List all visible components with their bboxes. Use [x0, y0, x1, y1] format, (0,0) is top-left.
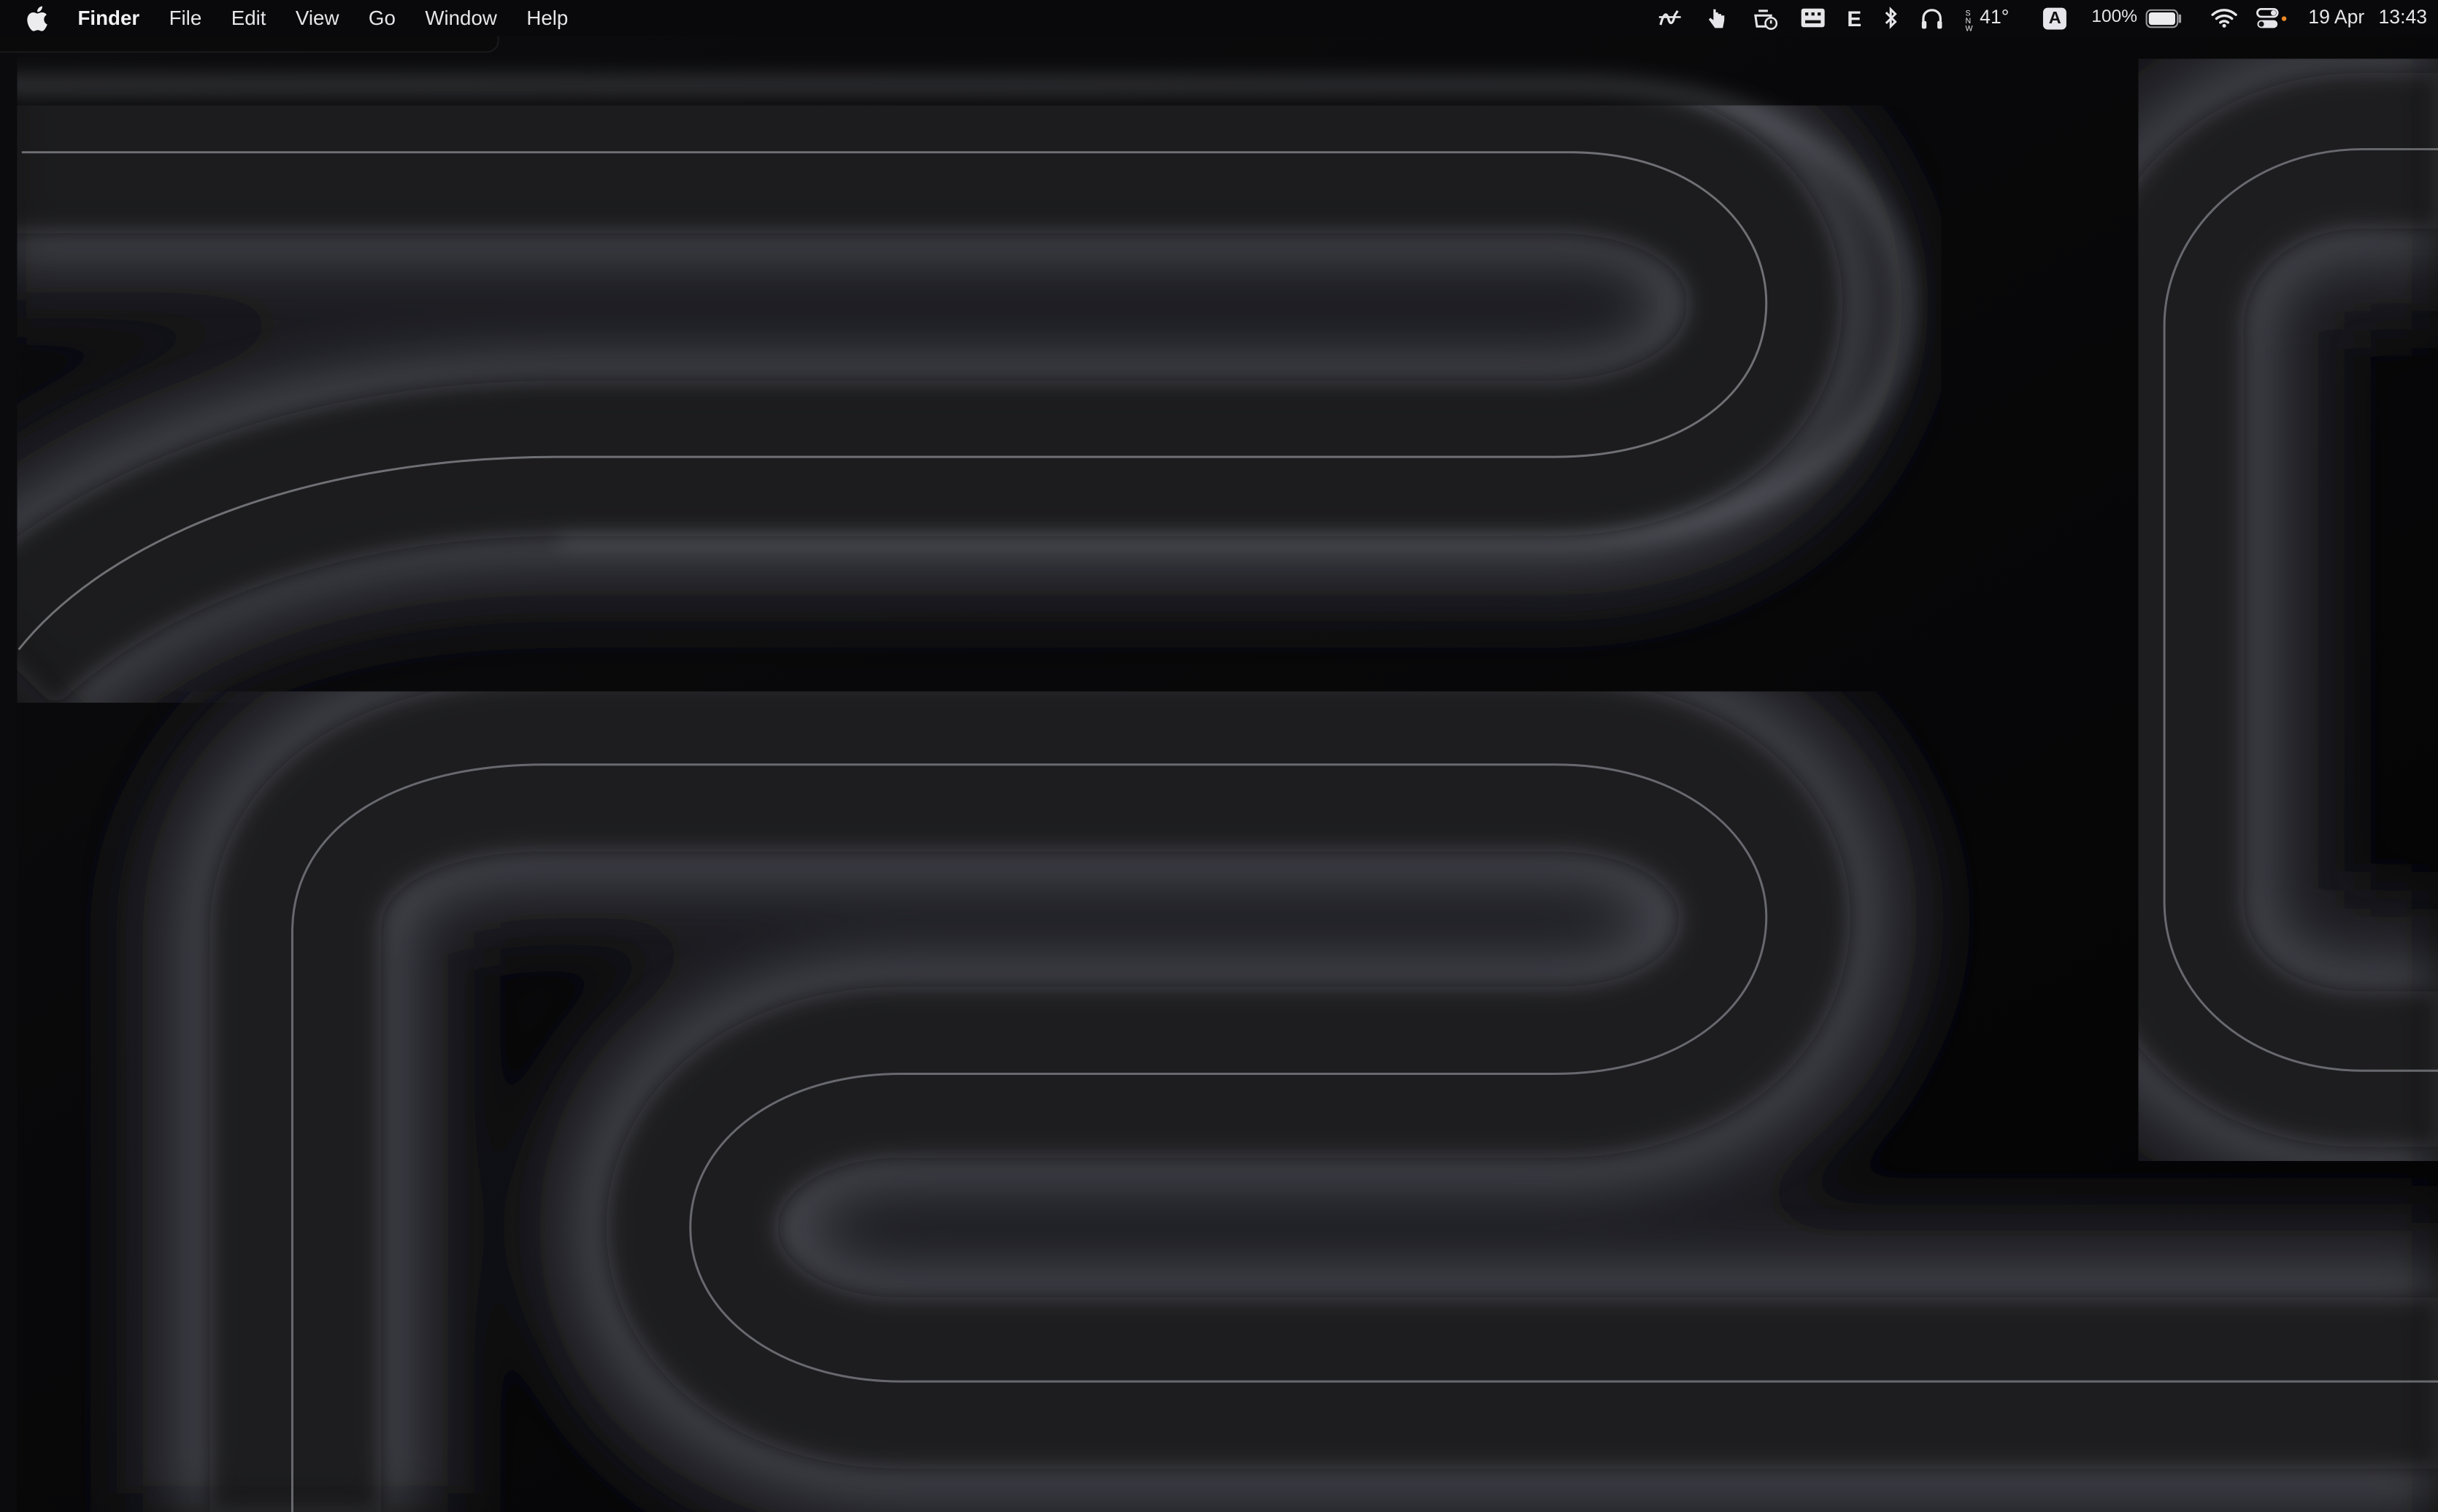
- menu-file[interactable]: File: [169, 0, 202, 36]
- clock-time: 13:43: [2378, 6, 2428, 28]
- menu-bar-status-area: E S N W 41° A 100% 19 Apr 13:43: [1636, 0, 2427, 36]
- pointer-hand-icon[interactable]: [1704, 0, 1728, 36]
- menu-window[interactable]: Window: [425, 0, 497, 36]
- desktop: Finder File Edit View Go Window Help E S…: [0, 0, 2438, 1512]
- keyboard-letter-indicator[interactable]: E: [1847, 0, 1861, 36]
- clock-date: 19 Apr: [2308, 6, 2365, 28]
- menu-bar: Finder File Edit View Go Window Help E S…: [0, 0, 2438, 36]
- app-menu-finder[interactable]: Finder: [78, 0, 140, 36]
- weather-widget[interactable]: S N W 41°: [1966, 0, 2009, 36]
- weather-temperature: 41°: [1980, 6, 2010, 28]
- script-icon[interactable]: [1657, 0, 1682, 36]
- headphones-icon[interactable]: [1920, 0, 1944, 36]
- menu-help[interactable]: Help: [526, 0, 568, 36]
- input-source-menu[interactable]: A: [2043, 0, 2067, 36]
- window-left-edge: [0, 53, 18, 1512]
- clock[interactable]: 19 Apr 13:43: [2308, 0, 2427, 36]
- menu-bar-left: Finder File Edit View Go Window Help: [0, 0, 598, 36]
- svg-text:W: W: [1966, 24, 1973, 31]
- menu-view[interactable]: View: [296, 0, 339, 36]
- input-source-badge: A: [2043, 7, 2067, 29]
- battery-percent: 100%: [2091, 7, 2137, 27]
- apple-logo-icon[interactable]: [26, 5, 50, 31]
- bluetooth-icon[interactable]: [1883, 0, 1899, 36]
- battery-status[interactable]: 100%: [2091, 0, 2182, 36]
- menu-dropdown-edge: [0, 35, 499, 53]
- desktop-wallpaper: [0, 0, 2438, 1512]
- keyboard-display-icon[interactable]: [1800, 0, 1825, 36]
- control-center-icon[interactable]: [2256, 0, 2287, 36]
- menu-edit[interactable]: Edit: [231, 0, 266, 36]
- menu-go[interactable]: Go: [369, 0, 396, 36]
- battery-icon: [2145, 8, 2181, 28]
- wifi-icon[interactable]: [2210, 0, 2237, 36]
- timer-overlay-icon[interactable]: [1750, 0, 1778, 36]
